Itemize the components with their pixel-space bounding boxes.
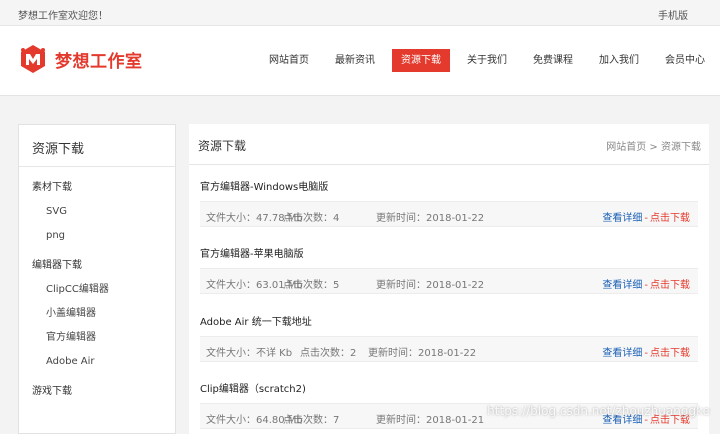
site-logo[interactable]: 梦想工作室 xyxy=(18,44,143,74)
click-count: 点击次数：5 xyxy=(283,276,339,291)
update-time: 更新时间：2018-01-22 xyxy=(376,209,484,224)
download-item: Adobe Air 统一下载地址文件大小：不详 Kb 点击次数：2 更新时间：201… xyxy=(200,316,698,362)
main-content: 资源下载 网站首页 > 资源下载 官方编辑器-Windows电脑版文件大小：47… xyxy=(189,124,709,434)
download-item: 官方编辑器-苹果电脑版文件大小：63.01 Mb点击次数：5更新时间：2018-… xyxy=(200,248,698,294)
item-meta: 文件大小：63.01 Mb点击次数：5更新时间：2018-01-22查看详细-点… xyxy=(200,268,698,294)
file-size: 文件大小：不详 Kb xyxy=(206,344,292,359)
link-separator: - xyxy=(644,213,648,224)
top-bar: 梦想工作室欢迎您！ 手机版 xyxy=(0,0,720,26)
sidebar-subitem[interactable]: 官方编辑器 xyxy=(19,331,175,355)
breadcrumb[interactable]: 网站首页 > 资源下载 xyxy=(606,138,701,153)
download-link[interactable]: 点击下载 xyxy=(650,280,690,291)
sidebar-category[interactable]: 游戏下载 xyxy=(19,385,175,409)
view-detail-link[interactable]: 查看详细 xyxy=(602,280,642,291)
link-separator: - xyxy=(644,348,648,359)
download-item: 官方编辑器-Windows电脑版文件大小：47.78 Mb点击次数：4更新时间：… xyxy=(200,181,698,227)
download-link[interactable]: 点击下载 xyxy=(650,213,690,224)
nav-item-3[interactable]: 关于我们 xyxy=(458,49,516,72)
sidebar-subitem[interactable]: ClipCC编辑器 xyxy=(19,283,175,307)
item-title[interactable]: 官方编辑器-苹果电脑版 xyxy=(200,248,698,268)
download-link[interactable]: 点击下载 xyxy=(650,348,690,359)
item-title[interactable]: Clip编辑器（scratch2) xyxy=(200,383,698,403)
item-links: 查看详细-点击下载 xyxy=(602,276,690,291)
sidebar-list: 素材下载SVGpng 编辑器下载ClipCC编辑器小盖编辑器官方编辑器Adobe … xyxy=(19,167,175,409)
sidebar: 资源下载 素材下载SVGpng 编辑器下载ClipCC编辑器小盖编辑器官方编辑器A… xyxy=(18,124,176,434)
view-detail-link[interactable]: 查看详细 xyxy=(602,213,642,224)
sidebar-subitem[interactable]: Adobe Air xyxy=(19,355,175,379)
nav-item-0[interactable]: 网站首页 xyxy=(260,49,318,72)
welcome-text: 梦想工作室欢迎您！ xyxy=(18,7,108,22)
page-title: 资源下载 xyxy=(198,137,246,154)
nav-item-4[interactable]: 免费课程 xyxy=(524,49,582,72)
nav-item-6[interactable]: 会员中心 xyxy=(656,49,714,72)
sidebar-subitem[interactable]: 小盖编辑器 xyxy=(19,307,175,331)
sidebar-subitem[interactable]: SVG xyxy=(19,205,175,229)
main-header: 资源下载 网站首页 > 资源下载 xyxy=(189,124,709,165)
item-title[interactable]: 官方编辑器-Windows电脑版 xyxy=(200,181,698,201)
brand-name: 梦想工作室 xyxy=(55,47,143,72)
click-count: 点击次数：7 xyxy=(283,411,339,426)
item-meta: 文件大小：不详 Kb 点击次数：2 更新时间：2018-01-22 查看详细-点击下载 xyxy=(200,336,698,362)
main-nav: 网站首页最新资讯资源下载关于我们免费课程加入我们会员中心 xyxy=(260,49,720,72)
mobile-version-link[interactable]: 手机版 xyxy=(658,7,688,22)
item-links: 查看详细-点击下载 xyxy=(602,344,690,359)
click-count: 点击次数：4 xyxy=(283,209,339,224)
watermark: https://blog.csdn.net/zhouzhuanggke xyxy=(487,404,710,418)
nav-item-5[interactable]: 加入我们 xyxy=(590,49,648,72)
logo-icon xyxy=(18,44,48,74)
sidebar-category[interactable]: 素材下载 xyxy=(19,181,175,205)
update-time: 更新时间：2018-01-21 xyxy=(376,411,484,426)
view-detail-link[interactable]: 查看详细 xyxy=(602,348,642,359)
update-time: 更新时间：2018-01-22 xyxy=(368,344,476,359)
sidebar-category[interactable]: 编辑器下载 xyxy=(19,259,175,283)
link-separator: - xyxy=(644,280,648,291)
item-meta: 文件大小：47.78 Mb点击次数：4更新时间：2018-01-22查看详细-点… xyxy=(200,201,698,227)
sidebar-subitem[interactable]: png xyxy=(19,229,175,253)
click-count: 点击次数：2 xyxy=(300,344,356,359)
update-time: 更新时间：2018-01-22 xyxy=(376,276,484,291)
item-links: 查看详细-点击下载 xyxy=(602,209,690,224)
site-header: 梦想工作室 网站首页最新资讯资源下载关于我们免费课程加入我们会员中心 xyxy=(0,26,720,96)
item-title[interactable]: Adobe Air 统一下载地址 xyxy=(200,316,698,336)
nav-item-2[interactable]: 资源下载 xyxy=(392,49,450,72)
sidebar-title: 资源下载 xyxy=(19,125,175,167)
nav-item-1[interactable]: 最新资讯 xyxy=(326,49,384,72)
